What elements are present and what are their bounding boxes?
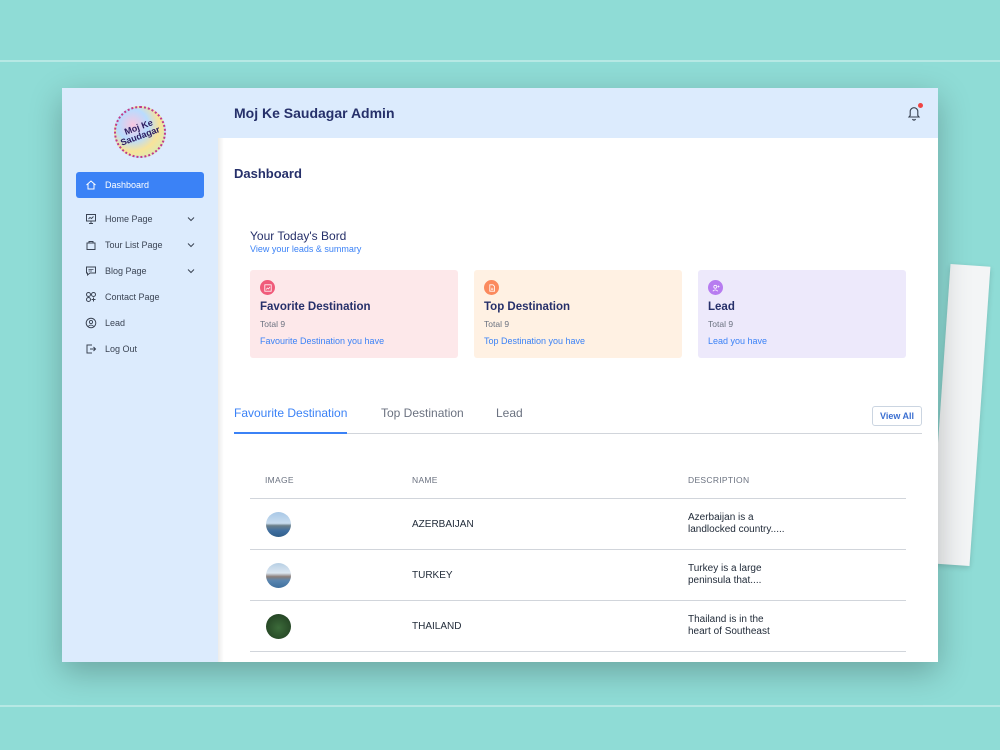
destination-name: AZERBAIJAN <box>412 519 474 530</box>
tab-lead[interactable]: Lead <box>496 406 523 432</box>
chevron-down-icon[interactable] <box>186 266 196 276</box>
home-icon <box>85 179 97 191</box>
sidebar-item-contact-page[interactable]: Contact Page <box>76 284 204 310</box>
card-link[interactable]: Lead you have <box>708 336 896 346</box>
tab-top-destination[interactable]: Top Destination <box>381 406 464 432</box>
card-total: Total 9 <box>484 319 510 329</box>
chevron-down-icon[interactable] <box>186 214 196 224</box>
logout-icon <box>85 343 97 355</box>
destination-thumbnail <box>266 563 291 588</box>
destination-thumbnail <box>266 614 291 639</box>
page-title: Dashboard <box>234 166 302 181</box>
board-title: Your Today's Bord <box>250 229 347 243</box>
brand-logo[interactable]: Moj Ke Saudagar <box>114 106 166 158</box>
admin-window: Moj Ke Saudagar Dashboard Home Page Tour… <box>62 88 938 662</box>
column-header-name: NAME <box>412 475 438 485</box>
tab-favourite-destination[interactable]: Favourite Destination <box>234 406 348 434</box>
card-title: Lead <box>708 301 735 313</box>
sidebar-item-log-out[interactable]: Log Out <box>76 336 204 362</box>
presentation-icon <box>85 213 97 225</box>
logo-text: Moj Ke Saudagar <box>119 117 162 148</box>
destination-description: Azerbaijan is a landlocked country..... <box>688 512 785 535</box>
tab-bar: Favourite Destination Top Destination Le… <box>234 398 922 434</box>
destination-table: IMAGE NAME DESCRIPTION AZERBAIJAN Azerba… <box>250 466 906 652</box>
destination-name: THAILAND <box>412 621 462 632</box>
table-header: IMAGE NAME DESCRIPTION <box>250 466 906 499</box>
sidebar-item-label: Tour List Page <box>105 240 163 250</box>
card-lead[interactable]: Lead Total 9 Lead you have <box>698 270 906 358</box>
notification-dot <box>918 103 923 108</box>
card-total: Total 9 <box>708 319 734 329</box>
table-row[interactable]: THAILAND Thailand is in the heart of Sou… <box>250 601 906 652</box>
destination-name: TURKEY <box>412 570 453 581</box>
destination-description: Turkey is a large peninsula that.... <box>688 563 762 586</box>
backdrop-plank <box>0 705 1000 707</box>
table-row[interactable]: TURKEY Turkey is a large peninsula that.… <box>250 550 906 601</box>
destination-thumbnail <box>266 512 291 537</box>
bag-icon <box>85 239 97 251</box>
sidebar-item-dashboard[interactable]: Dashboard <box>76 172 204 198</box>
document-icon <box>484 280 499 295</box>
card-total: Total 9 <box>260 319 286 329</box>
user-add-icon <box>708 280 723 295</box>
chevron-down-icon[interactable] <box>186 240 196 250</box>
sidebar-item-blog-page[interactable]: Blog Page <box>76 258 204 284</box>
card-favorite-destination[interactable]: Favorite Destination Total 9 Favourite D… <box>250 270 458 358</box>
sidebar-item-tour-list-page[interactable]: Tour List Page <box>76 232 204 258</box>
chart-icon <box>260 280 275 295</box>
card-title: Favorite Destination <box>260 301 371 313</box>
sidebar-item-label: Lead <box>105 318 126 328</box>
sidebar-item-label: Contact Page <box>105 292 160 302</box>
column-header-image: IMAGE <box>265 475 294 485</box>
board-subtitle: View your leads & summary <box>250 244 362 254</box>
sidebar-item-lead[interactable]: Lead <box>76 310 204 336</box>
sidebar: Moj Ke Saudagar Dashboard Home Page Tour… <box>62 88 218 662</box>
sidebar-nav: Dashboard Home Page Tour List Page Blog … <box>76 172 204 362</box>
destination-description: Thailand is in the heart of Southeast <box>688 614 770 637</box>
table-row[interactable]: AZERBAIJAN Azerbaijan is a landlocked co… <box>250 499 906 550</box>
app-title: Moj Ke Saudagar Admin <box>234 105 395 121</box>
notification-button[interactable] <box>906 103 923 122</box>
card-link[interactable]: Favourite Destination you have <box>260 336 448 346</box>
message-icon <box>85 265 97 277</box>
sidebar-shadow <box>218 138 224 662</box>
sidebar-item-label: Log Out <box>105 344 138 354</box>
sidebar-item-home-page[interactable]: Home Page <box>76 206 204 232</box>
top-header: Moj Ke Saudagar Admin <box>218 88 938 138</box>
backdrop-plank <box>0 60 1000 62</box>
card-top-destination[interactable]: Top Destination Total 9 Top Destination … <box>474 270 682 358</box>
sidebar-item-label: Blog Page <box>105 266 147 276</box>
user-circle-icon <box>85 317 97 329</box>
column-header-description: DESCRIPTION <box>688 475 750 485</box>
view-all-button[interactable]: View All <box>872 406 922 426</box>
grid-icon <box>85 291 97 303</box>
sidebar-item-label: Dashboard <box>105 180 150 190</box>
backdrop-paper <box>929 263 991 567</box>
card-link[interactable]: Top Destination you have <box>484 336 672 346</box>
card-title: Top Destination <box>484 301 571 313</box>
sidebar-item-label: Home Page <box>105 214 153 224</box>
